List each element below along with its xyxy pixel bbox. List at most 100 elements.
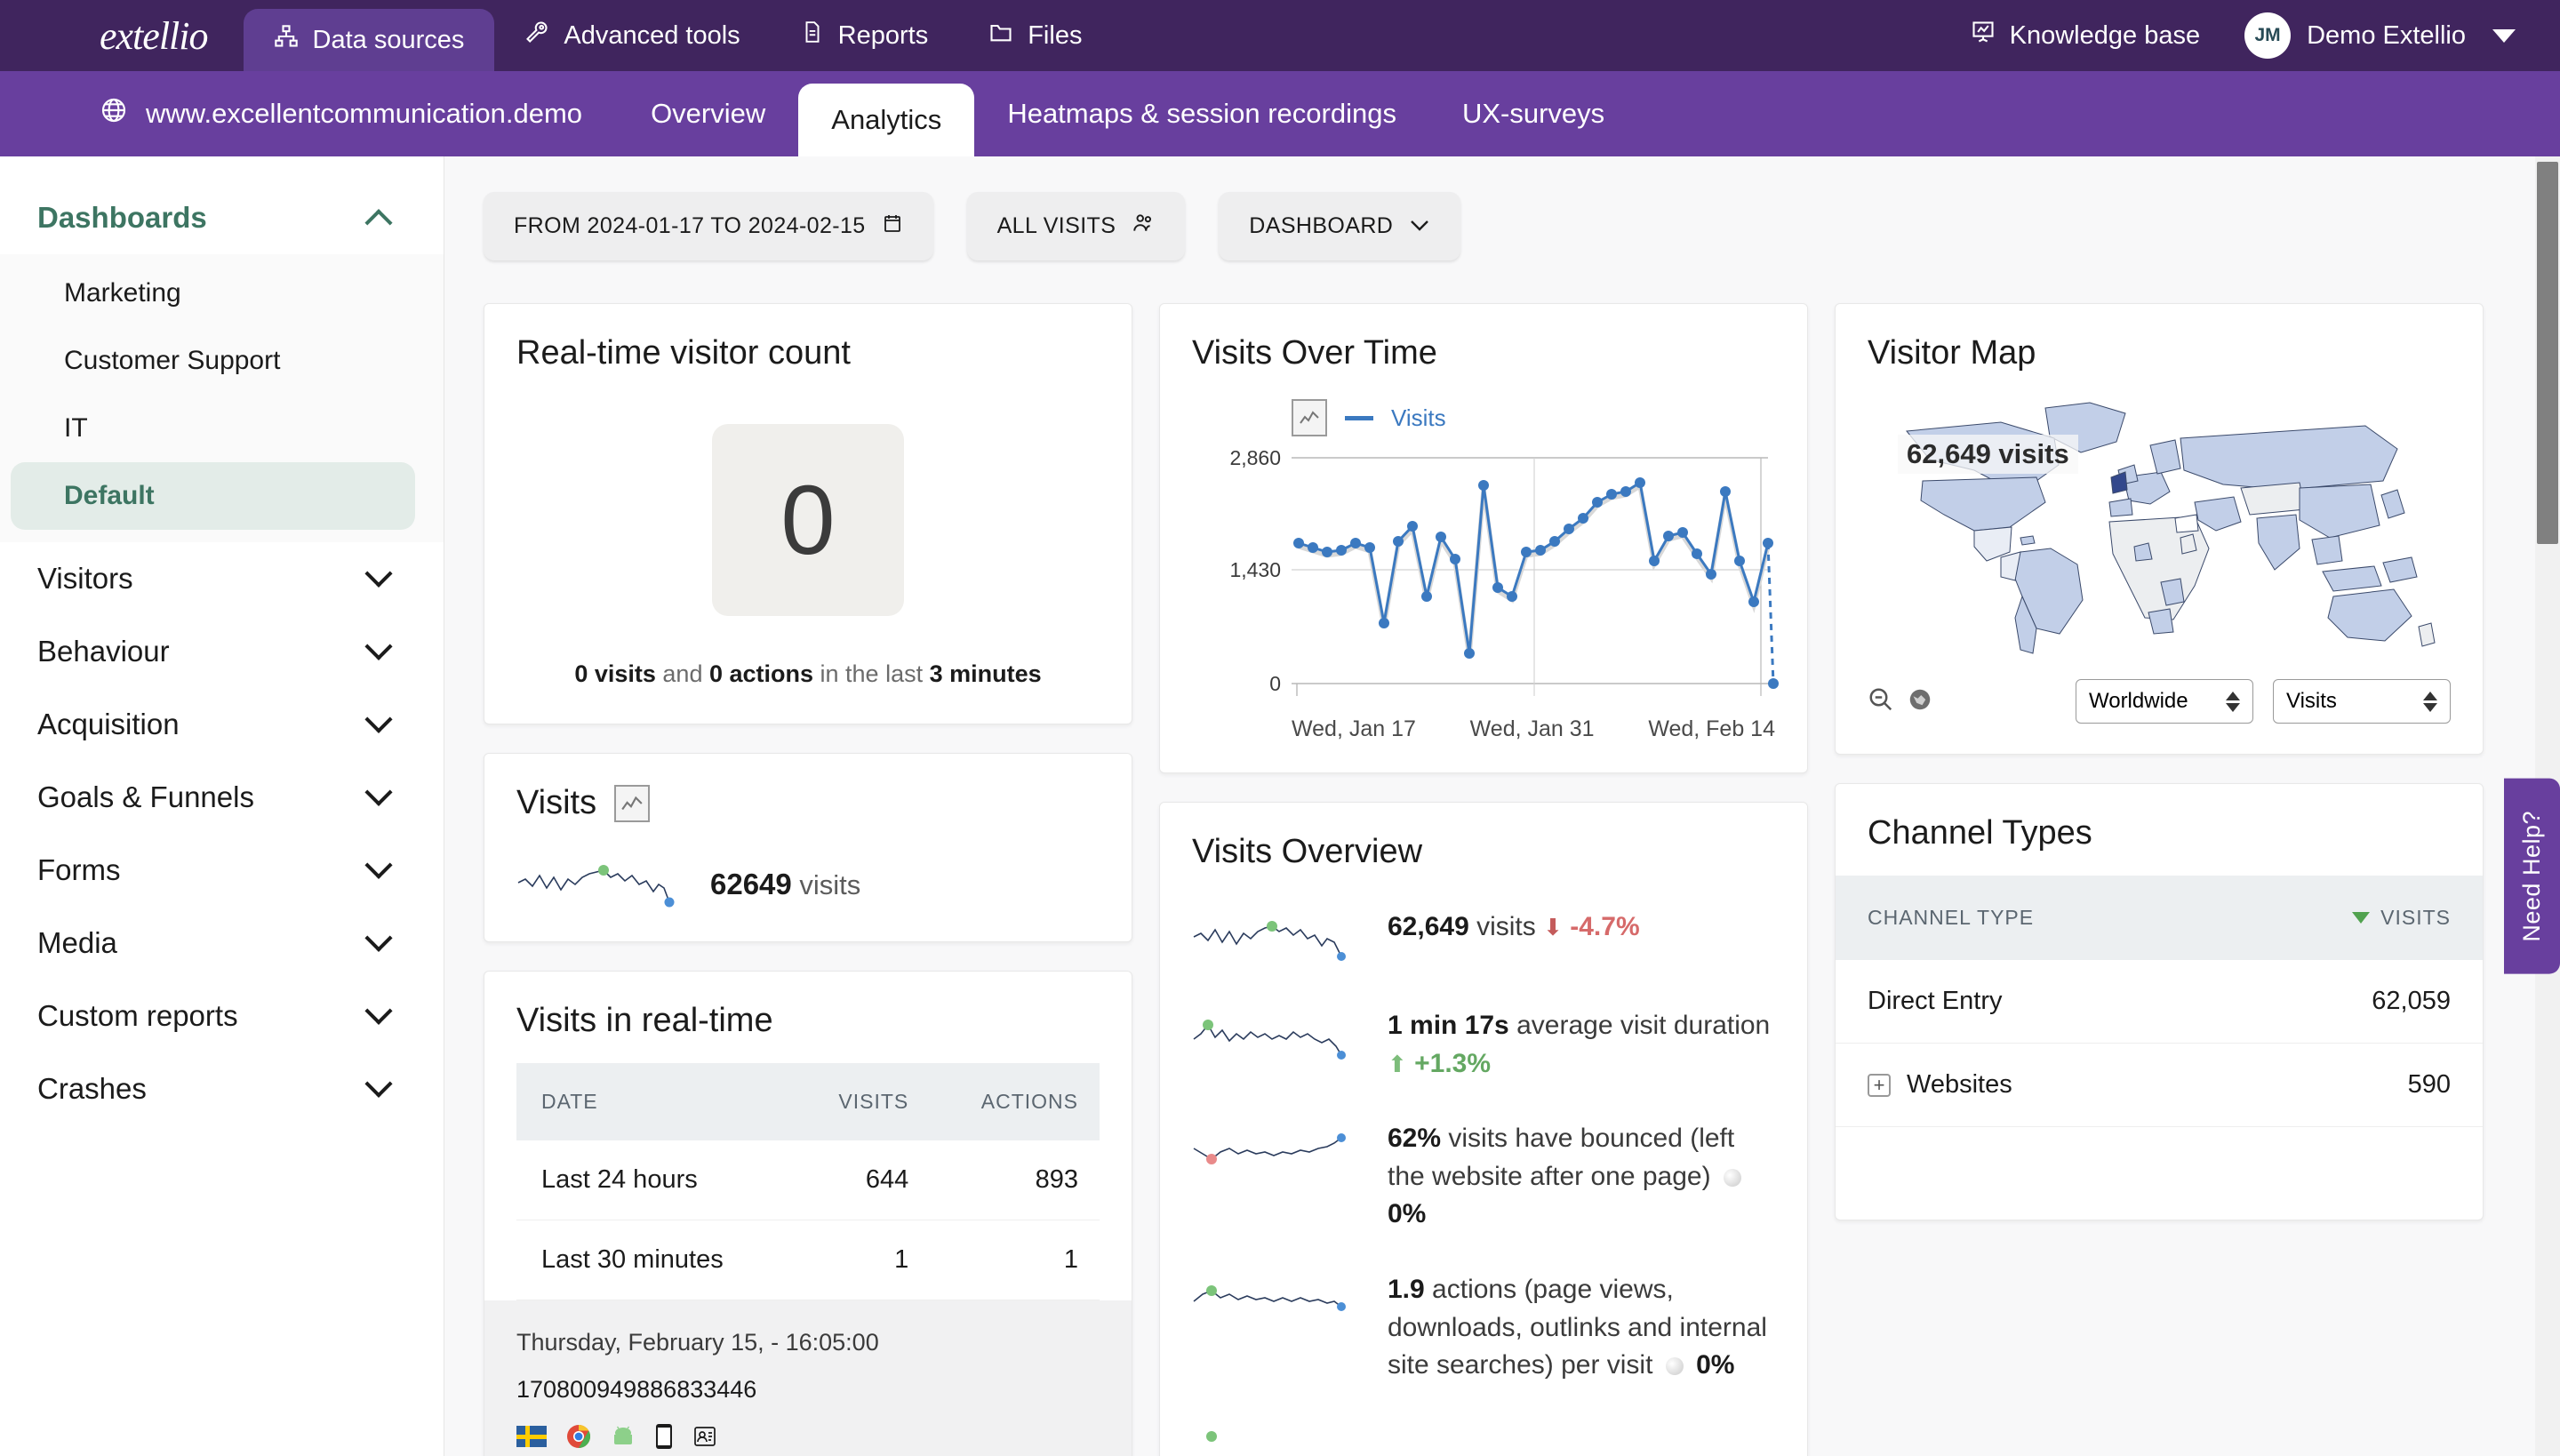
card-visitor-map: Visitor Map 62,649 visits (1835, 303, 2484, 755)
map-region-select[interactable]: Worldwide (2076, 679, 2253, 724)
visit-timestamp: Thursday, February 15, - 16:05:00 (516, 1329, 1100, 1356)
col-channel-type[interactable]: CHANNEL TYPE (1868, 906, 2352, 930)
table-row[interactable]: + Websites 590 (1836, 1044, 2483, 1127)
sidebar-group-crashes[interactable]: Crashes (0, 1052, 444, 1125)
map-metric-value: Visits (2286, 689, 2337, 714)
sidebar-group-label: Visitors (37, 562, 133, 596)
card-visits-over-time: Visits Over Time Visits 2,860 1 (1159, 303, 1808, 773)
brand-logo[interactable]: extellio (0, 0, 244, 71)
chevron-down-icon (364, 924, 392, 952)
chevron-down-icon (364, 852, 392, 879)
sidebar-group-label: Media (37, 926, 117, 960)
visits-over-time-chart: Visits 2,860 1,430 0 (1192, 399, 1775, 742)
card-title-label: Visits (516, 784, 596, 822)
chevron-down-icon (2492, 29, 2516, 43)
scrollbar-thumb[interactable] (2537, 162, 2558, 544)
neutral-dot-icon (1724, 1169, 1741, 1187)
nav-files[interactable]: Files (958, 0, 1112, 71)
people-icon (1132, 212, 1155, 241)
sidebar-dashboards-items: Marketing Customer Support IT Default (0, 254, 444, 542)
sitemap-icon (274, 24, 299, 56)
col-date[interactable]: DATE (516, 1063, 793, 1140)
nav-data-sources[interactable]: Data sources (244, 9, 495, 71)
dashboard-grid: Real-time visitor count 0 0 visits and 0… (484, 303, 2517, 1456)
sidebar-group-acquisition[interactable]: Acquisition (0, 688, 444, 761)
nav-reports[interactable]: Reports (771, 0, 959, 71)
sidebar-group-custom-reports[interactable]: Custom reports (0, 980, 444, 1052)
visitor-profile-icon[interactable] (692, 1424, 717, 1453)
nav-advanced-tools[interactable]: Advanced tools (494, 0, 770, 71)
expand-icon[interactable]: + (1868, 1074, 1891, 1097)
overview-metric-partial (1192, 1422, 1775, 1450)
caption-mid: in the last (813, 660, 930, 687)
cell-visits: 1 (793, 1220, 930, 1300)
table-row[interactable]: Last 30 minutes 1 1 (516, 1220, 1100, 1300)
metric-delta: +1.3% (1414, 1049, 1491, 1078)
date-range-button[interactable]: FROM 2024-01-17 TO 2024-02-15 (484, 192, 933, 260)
table-row[interactable]: Last 24 hours 644 893 (516, 1140, 1100, 1220)
table-header-row: DATE VISITS ACTIONS (516, 1063, 1100, 1140)
dashboard-select-label: DASHBOARD (1249, 213, 1393, 239)
sidebar-group-label: Forms (37, 853, 121, 887)
visits-value: 62649 (710, 868, 792, 900)
sidebar-group-visitors[interactable]: Visitors (0, 542, 444, 615)
sparkline-icon[interactable] (614, 785, 650, 822)
tab-ux-surveys[interactable]: UX-surveys (1429, 71, 1637, 156)
sidebar-group-label: Custom reports (37, 999, 238, 1033)
nav-label: Advanced tools (564, 21, 740, 51)
sidebar-group-behaviour[interactable]: Behaviour (0, 615, 444, 688)
card-title: Channel Types (1868, 814, 2451, 852)
visits-unit: visits (799, 869, 860, 900)
site-selector[interactable]: www.excellentcommunication.demo (0, 71, 618, 156)
zoom-out-icon[interactable] (1868, 686, 1894, 717)
tab-heatmaps[interactable]: Heatmaps & session recordings (974, 71, 1429, 156)
table-row[interactable]: Direct Entry 62,059 (1836, 960, 2483, 1044)
map-select-group: Worldwide Visits (2076, 679, 2451, 724)
col-visits[interactable]: VISITS (2352, 906, 2451, 930)
sidebar-group-forms[interactable]: Forms (0, 834, 444, 907)
card-visits: Visits 62649 visits (484, 753, 1132, 942)
metric-value: 1.9 (1388, 1275, 1425, 1304)
sidebar-group-dashboards[interactable]: Dashboards (0, 181, 444, 254)
sidebar-item-default[interactable]: Default (11, 462, 415, 530)
chart-export-icon[interactable] (1292, 399, 1327, 436)
col-actions[interactable]: ACTIONS (930, 1063, 1100, 1140)
card-title: Visits Over Time (1192, 334, 1775, 372)
sidebar-group-media[interactable]: Media (0, 907, 444, 980)
cell-date: Last 30 minutes (516, 1220, 793, 1300)
sidebar-item-marketing[interactable]: Marketing (0, 260, 444, 327)
tab-analytics[interactable]: Analytics (798, 84, 974, 156)
sidebar-item-it[interactable]: IT (0, 395, 444, 462)
knowledge-base-button[interactable]: Knowledge base (1935, 20, 2236, 52)
xtick-end: Wed, Feb 14 (1648, 716, 1775, 742)
legend-label: Visits (1391, 404, 1446, 432)
map-metric-select[interactable]: Visits (2273, 679, 2451, 724)
world-map[interactable]: 62,649 visits (1868, 396, 2451, 724)
realtime-count-value: 0 (712, 424, 904, 616)
metric-value: 62% (1388, 1124, 1441, 1153)
line-chart-svg[interactable]: 2,860 1,430 0 (1192, 440, 1779, 707)
date-range-label: FROM 2024-01-17 TO 2024-02-15 (514, 213, 866, 239)
card-title: Visits (516, 784, 1100, 822)
segment-button[interactable]: ALL VISITS (967, 192, 1186, 260)
globe-icon[interactable] (1907, 686, 1933, 717)
map-zoom-group (1868, 686, 1933, 717)
realtime-caption: 0 visits and 0 actions in the last 3 min… (516, 660, 1100, 688)
sidebar-group-goals-funnels[interactable]: Goals & Funnels (0, 761, 444, 834)
chevron-down-icon (364, 706, 392, 733)
col-visits-label: VISITS (2380, 906, 2451, 930)
dashboard-select-button[interactable]: DASHBOARD (1219, 192, 1460, 260)
need-help-tab[interactable]: Need Help? (2504, 779, 2560, 974)
visit-meta-icons (516, 1423, 1100, 1454)
channel-types-header: CHANNEL TYPE VISITS (1836, 876, 2483, 960)
duration-sparkline (1192, 1007, 1361, 1068)
dashboard-column-right: Visitor Map 62,649 visits (1835, 303, 2484, 1220)
nav-label: Files (1028, 21, 1082, 51)
realtime-window: 3 minutes (930, 660, 1042, 687)
sidebar-item-customer-support[interactable]: Customer Support (0, 327, 444, 395)
metric-delta: 0% (1696, 1350, 1734, 1380)
primary-nav: Data sources Advanced tools Reports (244, 0, 1113, 71)
user-menu[interactable]: JM Demo Extellio (2236, 12, 2524, 59)
col-visits[interactable]: VISITS (793, 1063, 930, 1140)
tab-overview[interactable]: Overview (618, 71, 798, 156)
